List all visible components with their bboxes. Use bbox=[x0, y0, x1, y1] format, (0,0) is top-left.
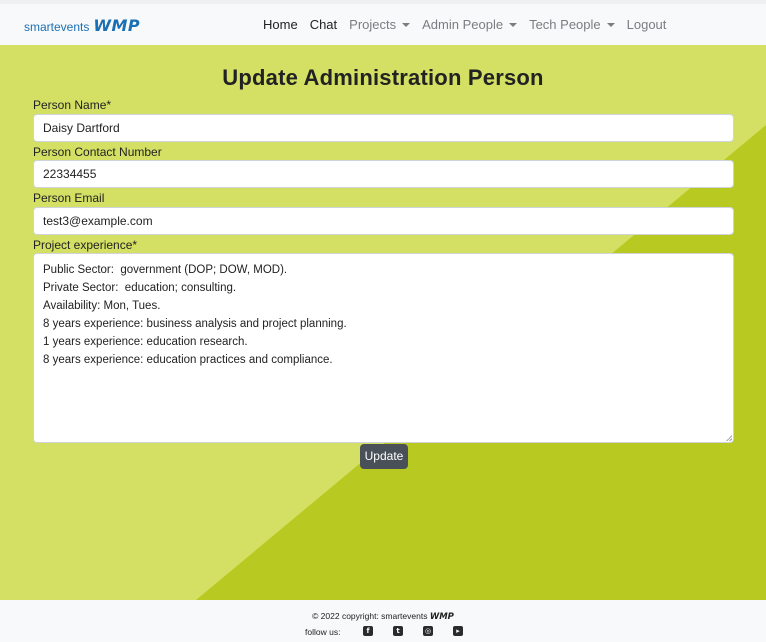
nav-projects-label: Projects bbox=[349, 17, 397, 32]
nav-logout[interactable]: Logout bbox=[627, 17, 667, 32]
nav-chat[interactable]: Chat bbox=[310, 17, 337, 32]
copyright: © 2022 copyright: smartevents WMP bbox=[0, 611, 766, 622]
twitter-icon[interactable]: t bbox=[393, 626, 403, 636]
facebook-icon[interactable]: f bbox=[363, 626, 373, 636]
contact-number-input[interactable]: 22334455 bbox=[33, 160, 734, 188]
caret-down-icon bbox=[606, 23, 615, 27]
contact-number-label: Person Contact Number bbox=[33, 145, 162, 159]
page-title: Update Administration Person bbox=[222, 65, 544, 90]
person-name-input[interactable]: Daisy Dartford bbox=[33, 114, 734, 142]
resize-handle-icon[interactable] bbox=[726, 435, 732, 441]
experience-line: Public Sector: government (DOP; DOW, MOD… bbox=[43, 264, 288, 276]
nav-tech-people-label: Tech People bbox=[529, 17, 601, 32]
navbar: smartevents WMP Home Chat Projects Admin… bbox=[0, 0, 766, 45]
follow-us-label: follow us: bbox=[305, 627, 341, 637]
project-experience-textarea[interactable]: Public Sector: government (DOP; DOW, MOD… bbox=[33, 253, 734, 443]
nav-chat-label: Chat bbox=[309, 17, 338, 32]
project-experience-label: Project experience* bbox=[33, 238, 138, 252]
brand-logo: WMP bbox=[93, 16, 141, 35]
nav-menu: Home Chat Projects Admin People Tech Peo… bbox=[263, 17, 678, 32]
copyright-logo: WMP bbox=[429, 612, 454, 622]
nav-tech-people-dropdown[interactable]: Tech People bbox=[529, 17, 615, 32]
experience-line: Private Sector: education; consulting. bbox=[43, 282, 237, 294]
experience-line: 8 years experience: business analysis an… bbox=[43, 318, 347, 330]
experience-line: 8 years experience: education practices … bbox=[43, 354, 333, 366]
youtube-icon[interactable]: ▸ bbox=[453, 626, 463, 636]
experience-line: Availability: Mon, Tues. bbox=[43, 300, 161, 312]
instagram-icon[interactable]: ◎ bbox=[423, 626, 433, 636]
brand[interactable]: smartevents WMP bbox=[24, 16, 140, 35]
nav-admin-people-dropdown[interactable]: Admin People bbox=[422, 17, 518, 32]
caret-down-icon bbox=[509, 23, 518, 27]
nav-home[interactable]: Home bbox=[263, 17, 298, 32]
email-label: Person Email bbox=[33, 191, 105, 205]
nav-home-label: Home bbox=[263, 17, 298, 32]
nav-logout-label: Logout bbox=[626, 17, 667, 32]
email-input[interactable]: test3@example.com bbox=[33, 207, 734, 235]
update-button[interactable]: Update bbox=[360, 444, 408, 469]
nav-admin-people-label: Admin People bbox=[422, 17, 504, 32]
footer: © 2022 copyright: smartevents WMP follow… bbox=[0, 600, 766, 642]
caret-down-icon bbox=[402, 23, 411, 27]
nav-projects-dropdown[interactable]: Projects bbox=[349, 17, 411, 32]
person-name-label: Person Name* bbox=[33, 98, 112, 112]
copyright-text: © 2022 copyright: smartevents bbox=[312, 611, 428, 621]
experience-line: 1 years experience: education research. bbox=[43, 336, 248, 348]
main-content: Update Administration Person Person Name… bbox=[0, 45, 766, 600]
brand-text: smartevents bbox=[24, 20, 90, 34]
